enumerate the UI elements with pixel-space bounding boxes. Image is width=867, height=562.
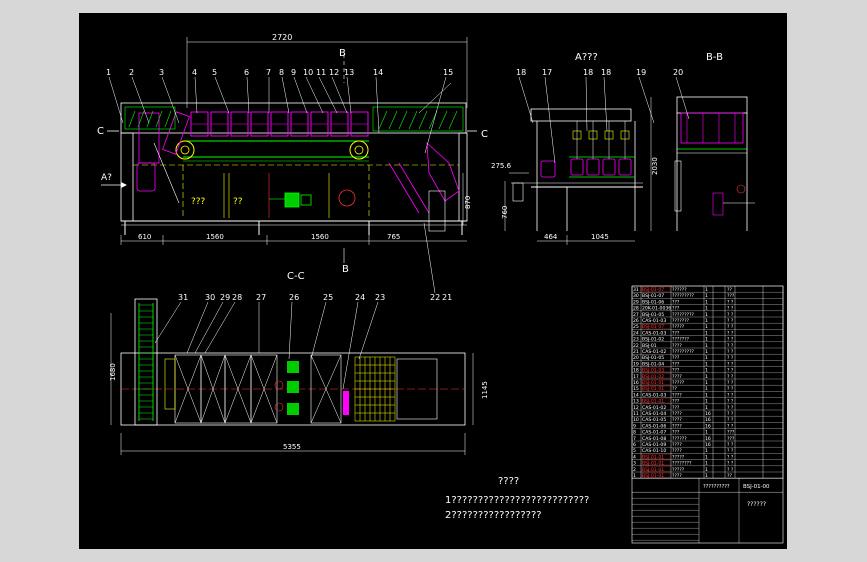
balloon-label: 5 (212, 68, 217, 77)
balloon-label: 18 (601, 68, 611, 77)
bill-of-materials: 31 BSJ-01-07?????? 1 ??30 BSJ-01-07?????????… (631, 285, 784, 544)
balloon-label: 23 (375, 293, 385, 302)
dim-seg-1560a: 1560 (206, 233, 224, 241)
balloon-label: 20 (673, 68, 683, 77)
notes-line-1: 1?????????????????????????? (445, 495, 589, 506)
balloon-label: 13 (344, 68, 354, 77)
bottle (602, 158, 616, 176)
balloons-plan: 31 30 29 28 27 26 25 24 23 (154, 293, 385, 390)
dim-height-870: 870 (464, 196, 472, 209)
balloon-label: 30 (205, 293, 215, 302)
front-label-qq1: ??? (191, 197, 206, 207)
balloon-label: 26 (289, 293, 299, 302)
balloon-label: 12 (329, 68, 339, 77)
balloon-label: 3 (159, 68, 164, 77)
balloon-label: 19 (636, 68, 646, 77)
bottle (586, 158, 600, 176)
dim-side-760: 760 (501, 206, 509, 219)
balloon-label: 4 (192, 68, 197, 77)
plan-view-title: C-C (287, 271, 305, 282)
bottle (570, 158, 584, 176)
dim-side-464: 464 (544, 233, 558, 241)
balloon-22: 22 (430, 293, 440, 302)
balloon-label: 27 (256, 293, 266, 302)
balloon-label: 29 (220, 293, 230, 302)
cad-drawing: 2720 B B C C A? ??? ?? 870 610 1560 1560… (97, 33, 784, 544)
balloon-label: 14 (373, 68, 383, 77)
side-view: A??? B-B 2030 760 275.6 464 1045 18 17 1… (491, 52, 755, 245)
balloon-label: 18 (516, 68, 526, 77)
title-block-name: ?????????? (703, 484, 730, 490)
side-view-title: A??? (575, 52, 598, 63)
section-marker-b-bottom: B (342, 264, 349, 275)
title-block-company: ?????? (747, 501, 766, 508)
dim-side-275: 275.6 (491, 162, 512, 170)
dim-plan-5355: 5355 (283, 443, 301, 451)
dim-seg-1560b: 1560 (311, 233, 329, 241)
section-marker-c-left: C (97, 126, 104, 137)
front-label-qq2: ?? (233, 197, 243, 207)
view-arrow-a: A? (101, 173, 112, 183)
balloon-label: 1 (106, 68, 111, 77)
front-view: 2720 B B C C A? ??? ?? 870 610 1560 1560… (97, 33, 488, 302)
balloon-label: 11 (316, 68, 326, 77)
dim-seg-610: 610 (138, 233, 151, 241)
dim-side-2030: 2030 (651, 157, 659, 175)
dim-plan-1145: 1145 (481, 381, 489, 399)
side-view-bb-title: B-B (706, 52, 723, 63)
dim-plan-1680: 1680 (109, 363, 117, 381)
balloons-front: 1 2 3 4 5 6 7 8 9 10 11 12 13 14 15 (106, 68, 453, 154)
balloon-label: 24 (355, 293, 365, 302)
notes-title: ???? (498, 476, 519, 487)
balloon-21: 21 (442, 293, 452, 302)
dim-side-1045: 1045 (591, 233, 609, 241)
tech-notes: ???? 1?????????????????????????? 2??????… (445, 476, 589, 521)
balloon-label: 2 (129, 68, 134, 77)
balloon-label: 25 (323, 293, 333, 302)
balloon-label: 15 (443, 68, 453, 77)
balloon-label: 6 (244, 68, 249, 77)
section-marker-b-top: B (339, 48, 346, 59)
bottle-baskets (190, 111, 369, 137)
balloon-label: 28 (232, 293, 242, 302)
title-block-drawing-no: BSJ-01-00 (743, 484, 770, 490)
side-bottles (540, 121, 632, 178)
balloons-side: 18 17 18 18 19 20 (516, 68, 690, 164)
balloon-label: 18 (583, 68, 593, 77)
dim-overall-length: 2720 (272, 33, 292, 42)
dim-seg-765: 765 (387, 233, 400, 241)
balloon-label: 10 (303, 68, 313, 77)
drawing-frame: 2720 B B C C A? ??? ?? 870 610 1560 1560… (79, 13, 787, 549)
section-marker-c-right: C (481, 129, 488, 140)
balloon-label: 9 (291, 68, 296, 77)
balloon-label: 17 (542, 68, 552, 77)
balloon-label: 31 (178, 293, 188, 302)
balloon-label: 8 (279, 68, 284, 77)
balloon-label: 7 (266, 68, 271, 77)
bottle (618, 158, 632, 176)
notes-line-2: 2????????????????? (445, 510, 542, 521)
